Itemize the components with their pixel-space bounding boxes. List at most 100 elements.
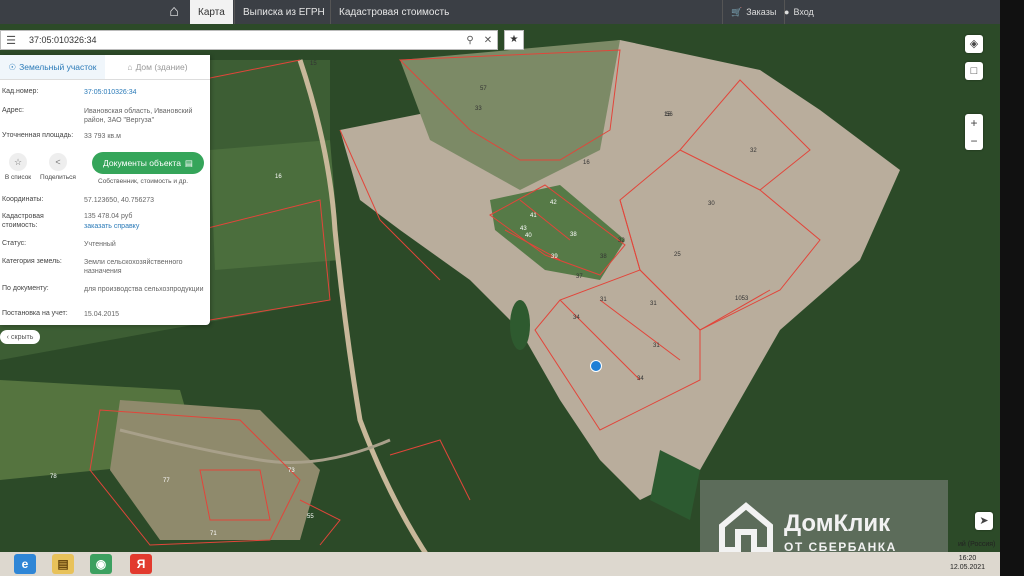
add-to-list-label: В список (4, 174, 32, 181)
yandex-icon[interactable]: Я (130, 554, 152, 574)
parcel-number-label[interactable]: 31 (600, 297, 607, 303)
orders-button[interactable]: 🛒 Заказы (722, 0, 786, 24)
chevron-left-icon: ‹ (6, 333, 9, 341)
top-navigation-bar: ⌂ Карта Выписка из ЕГРН Кадастровая стои… (0, 0, 1000, 24)
parcel-number-label[interactable]: 25 (674, 252, 681, 258)
order-certificate-link[interactable]: заказать справку (84, 222, 208, 231)
zoom-control: + − (965, 114, 983, 150)
close-icon[interactable]: ✕ (479, 35, 497, 46)
docs-label: Документы объекта (103, 158, 181, 168)
area-label: Уточненная площадь: (2, 132, 74, 139)
layers-icon[interactable]: ◈ (965, 35, 983, 53)
category-label: Категория земель: (2, 258, 62, 265)
ie-icon[interactable]: e (14, 554, 36, 574)
parcel-number-label[interactable]: 16 (583, 160, 590, 166)
parcel-number-label[interactable]: 71 (210, 531, 217, 537)
search-input[interactable]: 37:05:010326:34 (21, 35, 461, 45)
parcel-number-label[interactable]: 77 (163, 478, 170, 484)
parcel-number-label[interactable]: 34 (637, 376, 644, 382)
parcel-number-label[interactable]: 38 (600, 254, 607, 260)
coords-value: 57.123650, 40.756273 (84, 197, 155, 204)
folder-icon[interactable]: ▤ (52, 554, 74, 574)
registration-value: 15.04.2015 (84, 311, 120, 318)
square-icon[interactable]: □ (965, 62, 983, 80)
watermark: ДомКлик ОТ СБЕРБАНКА (700, 480, 948, 560)
usage-label: По документу: (2, 285, 49, 292)
usage-value: для производства сельхозпродукции (84, 286, 204, 293)
parcel-number-label[interactable]: 30 (708, 201, 715, 207)
parcel-number-label[interactable]: 32 (750, 148, 757, 154)
parcel-number-label[interactable]: 40 (525, 233, 532, 239)
tab-land-plot-label: Земельный участок (19, 62, 97, 72)
add-to-list-button[interactable]: ☆ В список (0, 153, 36, 181)
hide-panel-button[interactable]: ‹ скрыть (0, 330, 40, 344)
home-icon[interactable]: ⌂ (160, 0, 188, 24)
parcel-number-label[interactable]: 32 (618, 238, 625, 244)
tab-house-label: Дом (здание) (135, 62, 188, 72)
search-icon[interactable]: ⚲ (461, 35, 479, 46)
parcel-number-label[interactable]: 39 (551, 254, 558, 260)
clock-time: 16:20 (958, 555, 977, 562)
documents-subtitle: Собственник, стоимость и др. (98, 178, 189, 185)
parcel-number-label[interactable]: 56 (666, 112, 673, 118)
category-value: Земли сельскохозяйственного назначения (84, 259, 183, 275)
share-button[interactable]: < Поделиться (40, 153, 76, 181)
cost-label: Кадастровая стоимость: (2, 213, 44, 229)
parcel-number-label[interactable]: 37 (576, 274, 583, 280)
parcel-number-label[interactable]: 57 (480, 86, 487, 92)
system-clock[interactable]: 16:20 12.05.2021 (950, 554, 985, 572)
share-label: Поделиться (40, 174, 76, 181)
nav-map[interactable]: Карта (190, 0, 233, 24)
locate-icon[interactable]: ➤ (975, 512, 993, 530)
login-button[interactable]: ● Вход (784, 0, 814, 24)
cad-number-value[interactable]: 37:05:010326:34 (84, 88, 208, 97)
parcel-number-label[interactable]: 55 (307, 514, 314, 520)
address-label: Адрес: (2, 107, 24, 114)
cad-number-label: Кад.номер: (2, 88, 39, 95)
area-value: 33 793 кв.м (84, 133, 121, 140)
object-documents-button[interactable]: Документы объекта ▤ (92, 152, 204, 174)
clock-date: 12.05.2021 (950, 564, 986, 571)
input-language[interactable]: ий (Россия) (958, 541, 995, 548)
parcel-location-marker[interactable] (590, 360, 602, 372)
cost-value: 135 478.04 руб (84, 213, 133, 220)
parcel-number-label[interactable]: 31 (650, 301, 657, 307)
parcel-number-label[interactable]: 73 (288, 468, 295, 474)
document-icon: ▤ (184, 157, 193, 168)
address-value: Ивановская область, Ивановский район, ЗА… (84, 108, 193, 124)
nav-cadastral-value[interactable]: Кадастровая стоимость (330, 0, 457, 24)
watermark-title: ДомКлик (784, 510, 891, 537)
zoom-in-icon[interactable]: + (965, 114, 983, 132)
parcel-info-panel: ☉ Земельный участок ⌂ Дом (здание) Кад.ном… (0, 55, 210, 325)
status-label: Статус: (2, 240, 27, 247)
parcel-number-label[interactable]: 31 (653, 343, 660, 349)
zoom-out-icon[interactable]: − (965, 132, 983, 150)
parcel-number-label[interactable]: 43 (520, 226, 527, 232)
house-icon: ⌂ (127, 62, 133, 72)
pin-icon: ☉ (8, 61, 17, 72)
orders-label: Заказы (746, 7, 777, 17)
share-icon: < (49, 153, 67, 171)
status-value: Учтенный (84, 241, 116, 248)
parcel-number-label[interactable]: 42 (550, 200, 557, 206)
user-icon: ● (784, 7, 790, 17)
login-label: Вход (793, 7, 814, 17)
parcel-number-label[interactable]: 1053 (735, 296, 749, 302)
hide-label: скрыть (11, 333, 34, 341)
parcel-number-label[interactable]: 15 (310, 61, 317, 67)
parcel-number-label[interactable]: 34 (573, 315, 580, 321)
parcel-number-label[interactable]: 33 (475, 106, 482, 112)
chrome-icon[interactable]: ◉ (90, 554, 112, 574)
tab-house[interactable]: ⌂ Дом (здание) (105, 55, 210, 79)
cart-icon: 🛒 (731, 6, 743, 17)
registration-label: Постановка на учет: (2, 310, 68, 317)
parcel-number-label[interactable]: 16 (275, 174, 282, 180)
nav-egrn-extract[interactable]: Выписка из ЕГРН (234, 0, 333, 24)
tab-land-plot[interactable]: ☉ Земельный участок (0, 55, 105, 79)
parcel-number-label[interactable]: 41 (530, 213, 537, 219)
menu-icon[interactable]: ☰ (1, 34, 21, 47)
star-icon[interactable]: ★ (504, 30, 524, 50)
coords-label: Координаты: (2, 196, 44, 203)
parcel-number-label[interactable]: 78 (50, 474, 57, 480)
parcel-number-label[interactable]: 38 (570, 232, 577, 238)
